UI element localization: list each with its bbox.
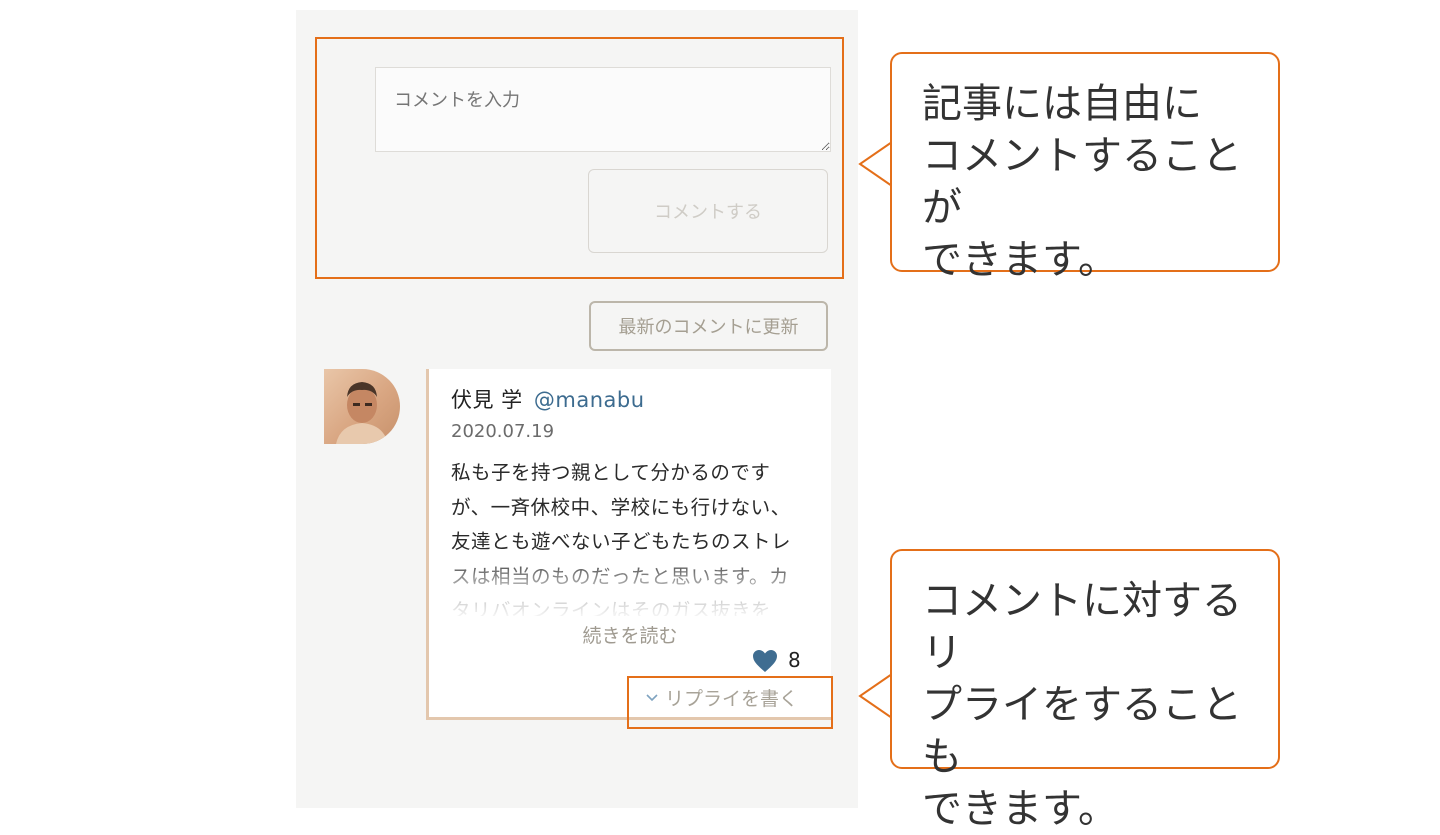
- avatar[interactable]: [324, 369, 400, 444]
- callout-bottom-pointer: [858, 674, 892, 718]
- comment-form-highlight: [315, 37, 844, 279]
- author-handle[interactable]: @manabu: [534, 388, 645, 412]
- comment-date: 2020.07.19: [451, 421, 555, 442]
- refresh-comments-button[interactable]: 最新のコメントに更新: [589, 301, 828, 351]
- reply-highlight: [627, 676, 833, 729]
- author-name[interactable]: 伏見 学: [451, 388, 523, 412]
- comment-author: 伏見 学 @manabu: [451, 384, 645, 414]
- callout-top-pointer: [858, 142, 892, 186]
- heart-icon[interactable]: [752, 649, 778, 673]
- callout-reply: コメントに対するリ プライをすることも できます。: [890, 549, 1280, 832]
- like-count: 8: [788, 648, 801, 672]
- comment-body: 私も子を持つ親として分かるのですが、一斉休校中、学校にも行けない、友達とも遊べな…: [451, 461, 792, 616]
- avatar-photo: [336, 382, 388, 444]
- read-more-link[interactable]: 続きを読む: [430, 621, 830, 648]
- callout-comment: 記事には自由に コメントすることが できます。: [890, 52, 1280, 283]
